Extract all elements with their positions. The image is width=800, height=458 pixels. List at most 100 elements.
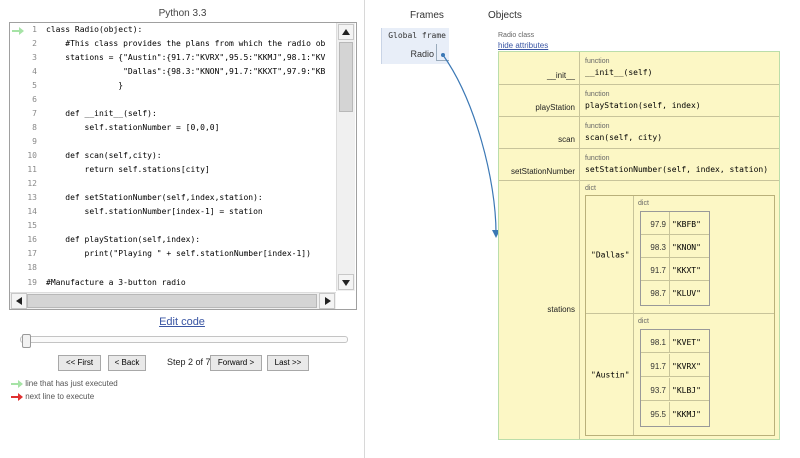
vertical-scroll-thumb[interactable] — [339, 42, 353, 112]
global-frame-label: Global frame — [388, 31, 446, 40]
dict-item: 91.7 "KKXT" — [641, 258, 709, 281]
legend-next-line-label: next line to execute — [25, 392, 95, 401]
function-signature: scan(self, city) — [585, 133, 663, 142]
scroll-left-button[interactable] — [11, 293, 27, 309]
arrow-right-icon — [325, 297, 331, 305]
line-number: 16 — [27, 235, 37, 244]
python-version-title: Python 3.3 — [158, 8, 207, 19]
code-line: 10 def scan(self,city): — [10, 149, 335, 163]
back-button[interactable]: < Back — [108, 355, 146, 371]
line-number: 1 — [32, 25, 37, 34]
scroll-right-button[interactable] — [319, 293, 335, 309]
forward-button[interactable]: Forward > — [210, 355, 262, 371]
code-line: 8 self.stationNumber = [0,0,0] — [10, 121, 335, 135]
line-number: 13 — [27, 193, 37, 202]
just-executed-arrow-icon — [11, 379, 23, 388]
vertical-scrollbar[interactable] — [336, 23, 355, 291]
function-signature: playStation(self, index) — [585, 101, 701, 110]
dict-item: 93.7 "KLBJ" — [641, 378, 709, 401]
inner-dict: 97.9 "KBFB" 98.3 "KNON" 91.7 "KKXT" 98.7 "KL… — [640, 211, 710, 306]
code-line: 5 } — [10, 79, 335, 93]
last-button[interactable]: Last >> — [267, 355, 309, 371]
attr-key-cell: scan — [499, 117, 580, 148]
line-number: 15 — [27, 221, 37, 230]
class-attr-row: playStation function playStation(self, i… — [499, 85, 779, 117]
edit-code-link[interactable]: Edit code — [9, 316, 355, 328]
dict-item: 97.9 "KBFB" — [641, 212, 709, 235]
code-panel[interactable]: 1 class Radio(object): 2 #This class prov… — [9, 22, 357, 310]
attr-value-cell: function __init__(self) — [580, 52, 779, 84]
code-line: 15 — [10, 219, 335, 233]
arrow-up-icon — [342, 29, 350, 35]
dict-item-key: 98.3 — [650, 243, 666, 252]
attr-key-cell: stations — [499, 181, 580, 439]
next-line-arrow-icon — [11, 392, 23, 401]
line-number: 18 — [27, 263, 37, 272]
code-line: 11 return self.stations[city] — [10, 163, 335, 177]
code-line: 6 — [10, 93, 335, 107]
line-number: 12 — [27, 179, 37, 188]
dict-item-value: "KBFB" — [672, 220, 701, 229]
line-text: def playStation(self,index): — [46, 235, 201, 244]
dict-type-label: dict — [638, 318, 649, 325]
attr-name: scan — [558, 135, 575, 144]
line-text: def __init__(self): — [46, 109, 157, 118]
dict-item-key: 91.7 — [650, 362, 666, 371]
step-slider-handle[interactable] — [22, 334, 32, 348]
dict-key: "Austin" — [586, 314, 634, 435]
hide-attributes-link[interactable]: hide attributes — [498, 41, 548, 50]
code-line: 2 #This class provides the plans from wh… — [10, 37, 335, 51]
attr-value-cell: function scan(self, city) — [580, 117, 779, 148]
dict-type-label: dict — [585, 185, 596, 192]
class-attr-row: __init__ function __init__(self) — [499, 52, 779, 85]
attr-name: __init__ — [546, 71, 575, 80]
horizontal-scrollbar[interactable] — [10, 292, 336, 309]
line-text: self.stationNumber[index-1] = station — [46, 207, 263, 216]
dict-item-value: "KVRX" — [672, 362, 701, 371]
attr-key-cell: playStation — [499, 85, 580, 116]
global-var-radio: Radio — [410, 49, 434, 59]
radio-class-object: __init__ function __init__(self) playSta… — [498, 51, 780, 440]
line-text: def scan(self,city): — [46, 151, 162, 160]
line-text: return self.stations[city] — [46, 165, 210, 174]
line-number: 8 — [32, 123, 37, 132]
attr-key-cell: setStationNumber — [499, 149, 580, 180]
attr-name: setStationNumber — [510, 167, 575, 176]
dict-item: 98.1 "KVET" — [641, 330, 709, 353]
class-attr-row: scan function scan(self, city) — [499, 117, 779, 149]
line-text: "Dallas":{98.3:"KNON",91.7:"KKXT",97.9:"… — [46, 67, 326, 76]
dict-item-value: "KLUV" — [672, 289, 701, 298]
line-number: 6 — [32, 95, 37, 104]
dict-item-value: "KVET" — [672, 338, 701, 347]
attr-value-cell: function setStationNumber(self, index, s… — [580, 149, 779, 180]
dict-item-key: 98.1 — [650, 338, 666, 347]
dict-type-label: dict — [638, 200, 649, 207]
scroll-down-button[interactable] — [338, 274, 354, 290]
dict-item: 98.7 "KLUV" — [641, 281, 709, 304]
dict-item-value: "KNON" — [672, 243, 701, 252]
line-number: 11 — [27, 165, 37, 174]
step-slider[interactable] — [20, 336, 348, 343]
dict-item-key: 98.7 — [650, 289, 666, 298]
code-line: 3 stations = {"Austin":{91.7:"KVRX",95.5… — [10, 51, 335, 65]
function-signature: __init__(self) — [585, 68, 653, 77]
line-number: 7 — [32, 109, 37, 118]
first-button[interactable]: << First — [58, 355, 101, 371]
line-text: def setStationNumber(self,index,station)… — [46, 193, 263, 202]
code-line: 12 — [10, 177, 335, 191]
line-number: 3 — [32, 53, 37, 62]
dict-key-text: "Dallas" — [591, 250, 630, 259]
function-type-label: function — [585, 155, 610, 162]
line-number: 4 — [32, 67, 37, 76]
dict-item-key: 91.7 — [650, 266, 666, 275]
code-line: 18 — [10, 261, 335, 275]
code-line: 17 print("Playing " + self.stationNumber… — [10, 247, 335, 261]
class-type-label: Radio class — [498, 32, 535, 39]
legend-just-executed-label: line that has just executed — [25, 379, 118, 388]
horizontal-scroll-thumb[interactable] — [27, 294, 317, 308]
line-text: #Manufacture a 3-button radio — [46, 278, 186, 287]
line-text: class Radio(object): — [46, 25, 143, 34]
scroll-up-button[interactable] — [338, 24, 354, 40]
line-number: 2 — [32, 39, 37, 48]
arrow-down-icon — [342, 280, 350, 286]
